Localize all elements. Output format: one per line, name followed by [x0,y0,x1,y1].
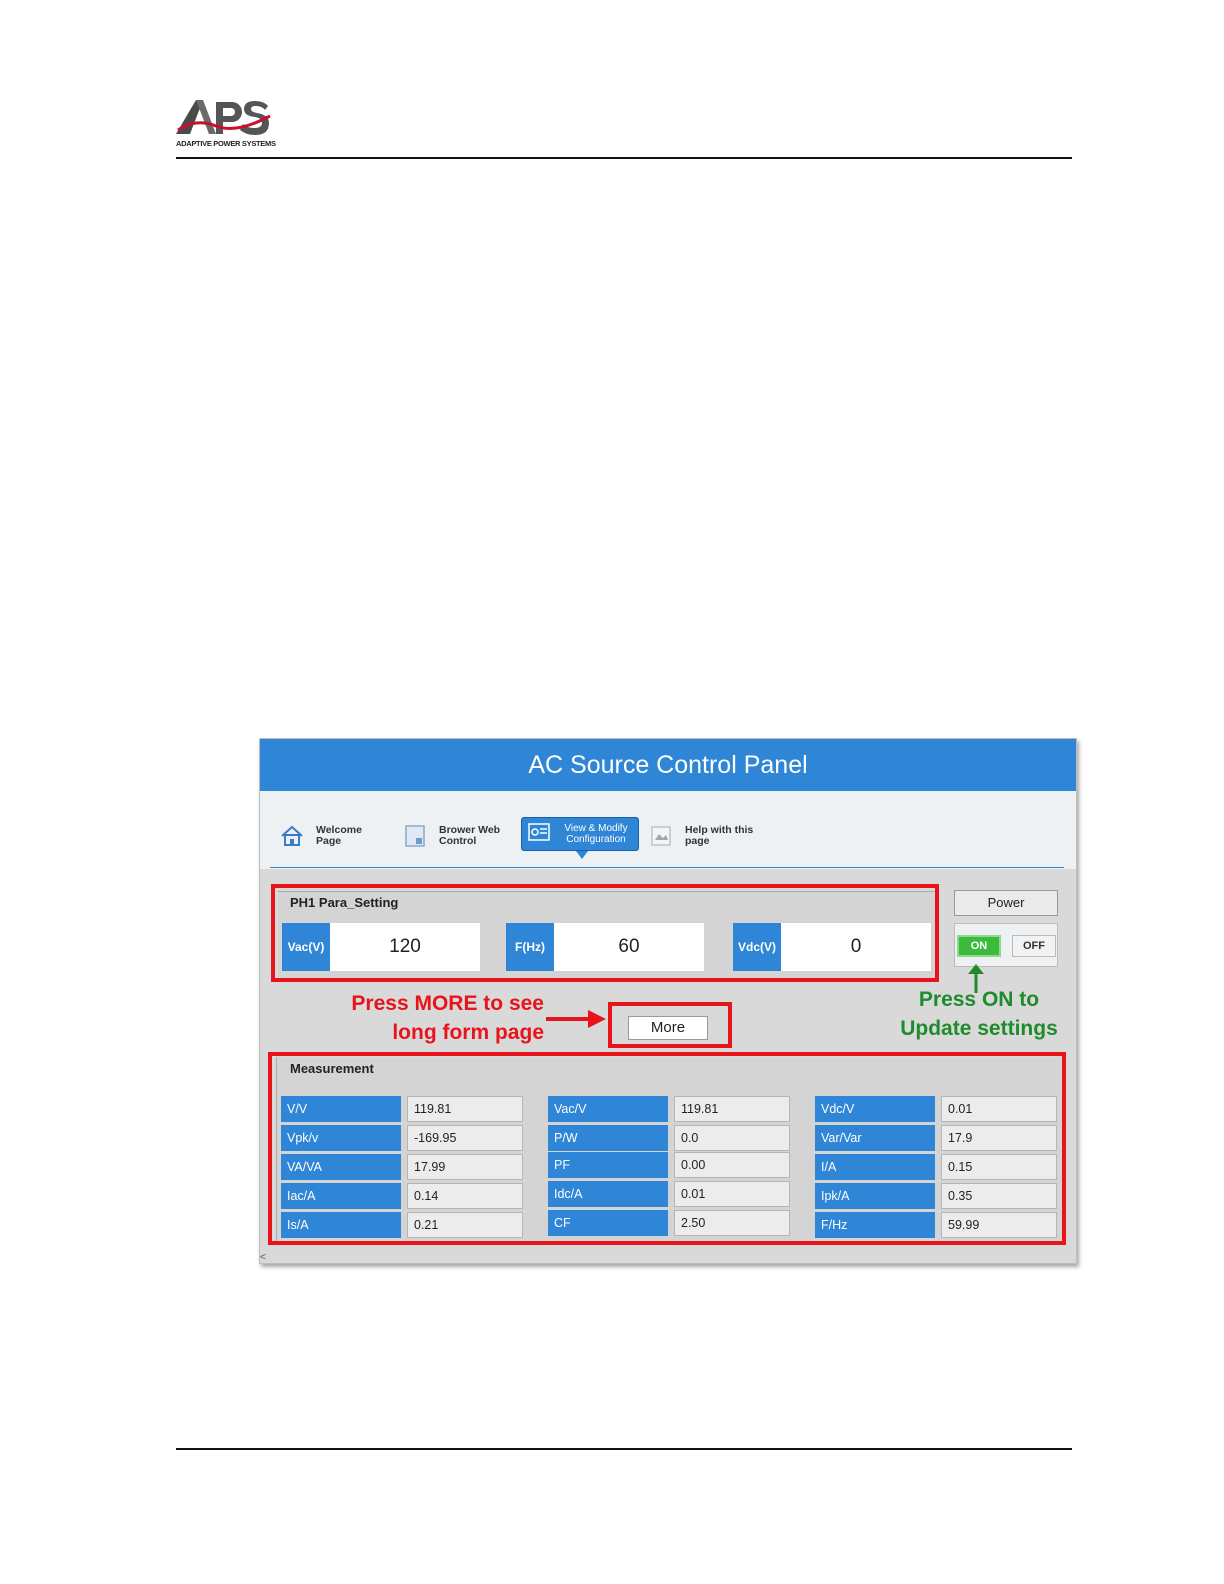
ph1-highlight-box [271,884,939,982]
document-icon [403,824,427,848]
aps-logo: ADAPTIVE POWER SYSTEMS [176,96,276,152]
nav-label: View & Modify Configuration [564,823,628,845]
power-off-button[interactable]: OFF [1012,935,1056,957]
nav-help-page[interactable]: Help with this page [649,819,753,853]
arrow-right-icon [546,1010,606,1028]
nav-caret [576,851,588,859]
nav-label: Brower Web Control [439,824,501,847]
broken-image-icon [649,824,673,848]
logo-subtitle: ADAPTIVE POWER SYSTEMS [176,139,276,148]
nav-view-modify-configuration[interactable]: View & Modify Configuration [521,817,639,851]
config-icon [528,822,550,846]
header-rule [176,157,1072,159]
nav-label: Help with this page [685,824,754,847]
nav-label: Welcome Page [316,824,362,847]
on-annotation: Press ON to Update settings [900,988,1058,1040]
home-icon [280,824,304,848]
measurement-highlight-box [268,1052,1066,1245]
power-on-button[interactable]: ON [957,935,1001,957]
nav-welcome-page[interactable]: Welcome Page [280,819,362,853]
power-label: Power [954,890,1058,916]
more-highlight-box [608,1002,732,1048]
nav-browser-web-control[interactable]: Brower Web Control [403,819,500,853]
scroll-left-marker: < [260,1252,266,1263]
panel-title: AC Source Control Panel [260,739,1076,791]
footer-rule [176,1448,1072,1450]
nav-divider [270,867,1064,868]
more-annotation: Press MORE to see long form page [351,992,544,1044]
